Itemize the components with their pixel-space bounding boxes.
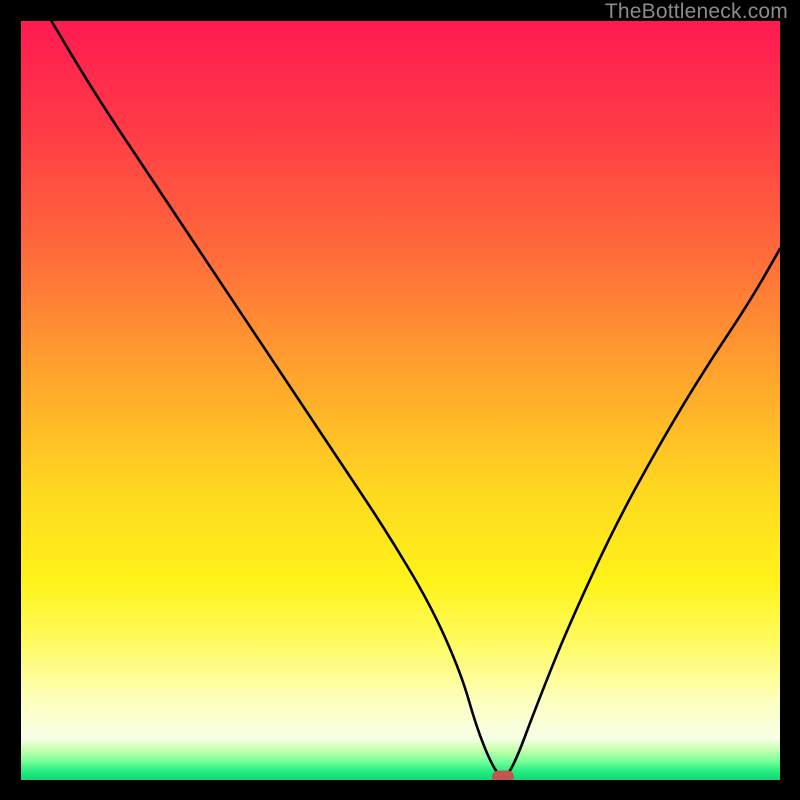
- chart-frame: TheBottleneck.com: [0, 0, 800, 800]
- watermark-text: TheBottleneck.com: [605, 0, 788, 24]
- optimal-point-marker: [492, 771, 514, 781]
- plot-area: [21, 21, 780, 780]
- bottleneck-curve: [21, 21, 780, 780]
